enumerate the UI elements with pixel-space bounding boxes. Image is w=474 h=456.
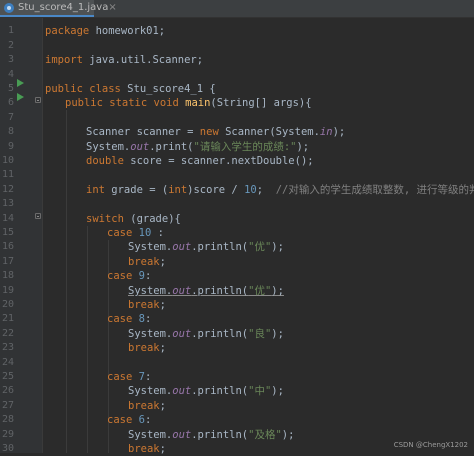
line-number: 23 [1, 342, 14, 353]
code-line: System.out.println("及格"); [128, 429, 295, 441]
java-file-icon [4, 2, 14, 13]
line-number: 22 [1, 328, 14, 339]
line-number: 15 [1, 227, 14, 238]
line-number: 1 [7, 25, 14, 36]
line-number: 6 [7, 97, 14, 108]
code-line: case 6: [107, 414, 152, 426]
code-line: import java.util.Scanner; [45, 54, 204, 66]
line-number: 7 [7, 112, 14, 123]
code-line: break; [128, 443, 166, 455]
line-number: 18 [1, 270, 14, 281]
line-number: 29 [1, 429, 14, 440]
code-line: case 10 : [107, 227, 164, 239]
line-number: 28 [1, 414, 14, 425]
indent-guide [66, 110, 67, 453]
line-number: 26 [1, 385, 14, 396]
line-number: 16 [1, 241, 14, 252]
line-number: 13 [1, 198, 14, 209]
code-line: break; [128, 299, 166, 311]
code-line: public class Stu_score4_1 { [45, 83, 216, 95]
code-line: System.out.println("优"); [128, 241, 284, 253]
line-number: 3 [7, 54, 14, 65]
line-number: 5 [7, 83, 14, 94]
code-editor[interactable]: package homework01; import java.util.Sca… [45, 18, 474, 455]
line-number: 8 [7, 126, 14, 137]
code-line: Scanner scanner = new Scanner(System.in)… [86, 126, 346, 138]
code-line: break; [128, 256, 166, 268]
code-line: int grade = (int)score / 10; //对输入的学生成绩取… [86, 184, 474, 196]
line-number: 9 [7, 141, 14, 152]
code-line: System.out.print("请输入学生的成绩:"); [86, 141, 310, 153]
code-line: switch (grade){ [86, 213, 181, 225]
code-line: System.out.println("中"); [128, 385, 284, 397]
code-line: System.out.println("优"); [128, 285, 284, 297]
code-line: public static void main(String[] args){ [65, 97, 312, 109]
line-number: 4 [7, 69, 14, 80]
code-line: case 8: [107, 313, 152, 325]
file-tab-label: Stu_score4_1.java [18, 2, 109, 13]
line-number: 21 [1, 313, 14, 324]
code-line: break; [128, 400, 166, 412]
close-icon[interactable]: × [108, 2, 116, 13]
editor-tab-bar: Stu_score4_1.java × [0, 0, 474, 18]
line-number: 12 [1, 184, 14, 195]
code-line: double score = scanner.nextDouble(); [86, 155, 314, 167]
run-main-icon[interactable] [17, 93, 24, 101]
code-line: System.out.println("良"); [128, 328, 284, 340]
fold-icon[interactable] [35, 97, 41, 103]
line-number: 17 [1, 256, 14, 267]
file-tab[interactable]: Stu_score4_1.java × [0, 0, 117, 17]
line-number: 14 [1, 213, 14, 224]
line-number: 10 [1, 155, 14, 166]
line-number-gutter: 1 2 3 4 5 6 7 8 9 10 11 12 13 14 15 16 1… [0, 18, 43, 454]
line-number: 20 [1, 299, 14, 310]
code-line: break; [128, 342, 166, 354]
code-line: case 9: [107, 270, 152, 282]
line-number: 27 [1, 400, 14, 411]
code-line: package homework01; [45, 25, 166, 37]
fold-icon[interactable] [35, 213, 41, 219]
indent-guide [87, 226, 88, 453]
line-number: 2 [7, 40, 14, 51]
line-number: 19 [1, 285, 14, 296]
line-number: 11 [1, 169, 14, 180]
run-class-icon[interactable] [17, 79, 24, 87]
line-number: 30 [1, 443, 14, 454]
code-line: case 7: [107, 371, 152, 383]
line-number: 24 [1, 357, 14, 368]
watermark: CSDN @ChengX1202 [393, 441, 468, 449]
line-number: 25 [1, 371, 14, 382]
